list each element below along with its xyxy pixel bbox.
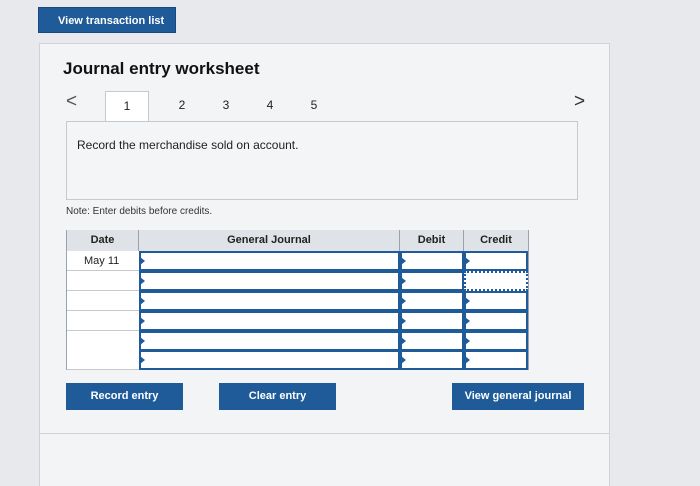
field-arrow-icon: [465, 257, 470, 265]
dropdown-arrow-icon[interactable]: [140, 257, 145, 265]
account-input[interactable]: [139, 251, 400, 271]
column-header-credit: Credit: [464, 230, 528, 251]
credit-input[interactable]: [464, 350, 528, 370]
field-arrow-icon: [401, 356, 406, 364]
credit-input[interactable]: [464, 251, 528, 271]
credit-input[interactable]: [464, 291, 528, 311]
dropdown-arrow-icon[interactable]: [140, 297, 145, 305]
date-cell: [67, 291, 139, 311]
field-arrow-icon: [465, 356, 470, 364]
tab-5[interactable]: 5: [307, 91, 321, 121]
field-arrow-icon: [465, 297, 470, 305]
tab-1[interactable]: 1: [105, 91, 149, 121]
dropdown-arrow-icon[interactable]: [140, 317, 145, 325]
credit-input[interactable]: [464, 271, 528, 291]
page-title: Journal entry worksheet: [63, 59, 260, 78]
field-arrow-icon: [401, 277, 406, 285]
dropdown-arrow-icon[interactable]: [140, 337, 145, 345]
debit-input[interactable]: [400, 251, 464, 271]
view-general-journal-button[interactable]: View general journal: [452, 383, 584, 410]
tab-4[interactable]: 4: [263, 91, 277, 121]
date-cell: [67, 350, 139, 370]
debit-input[interactable]: [400, 271, 464, 291]
date-cell: [67, 331, 139, 351]
field-arrow-icon: [465, 337, 470, 345]
chevron-right-icon[interactable]: >: [574, 91, 585, 113]
date-cell: May 11: [67, 251, 139, 271]
account-input[interactable]: [139, 350, 400, 370]
date-cell: [67, 311, 139, 331]
debit-input[interactable]: [400, 291, 464, 311]
field-arrow-icon: [401, 297, 406, 305]
chevron-left-icon[interactable]: <: [66, 91, 77, 113]
debit-input[interactable]: [400, 350, 464, 370]
account-input[interactable]: [139, 311, 400, 331]
prompt-text: Record the merchandise sold on account.: [77, 138, 299, 152]
field-arrow-icon: [401, 257, 406, 265]
credit-input[interactable]: [464, 311, 528, 331]
account-input[interactable]: [139, 291, 400, 311]
prompt-box: [66, 121, 578, 200]
dropdown-arrow-icon[interactable]: [140, 356, 145, 364]
tab-3[interactable]: 3: [219, 91, 233, 121]
debit-input[interactable]: [400, 331, 464, 351]
column-header-date: Date: [67, 230, 139, 251]
account-input[interactable]: [139, 331, 400, 351]
record-entry-button[interactable]: Record entry: [66, 383, 183, 410]
credit-input[interactable]: [464, 331, 528, 351]
column-header-general-journal: General Journal: [139, 230, 400, 251]
panel-footer: [39, 434, 610, 486]
debit-input[interactable]: [400, 311, 464, 331]
view-transaction-list-button[interactable]: View transaction list: [38, 7, 176, 33]
date-cell: [67, 271, 139, 291]
field-arrow-icon: [401, 317, 406, 325]
field-arrow-icon: [465, 317, 470, 325]
note-text: Note: Enter debits before credits.: [66, 206, 213, 217]
field-arrow-icon: [401, 337, 406, 345]
clear-entry-button[interactable]: Clear entry: [219, 383, 336, 410]
column-header-debit: Debit: [400, 230, 464, 251]
tab-2[interactable]: 2: [175, 91, 189, 121]
account-input[interactable]: [139, 271, 400, 291]
dropdown-arrow-icon[interactable]: [140, 277, 145, 285]
